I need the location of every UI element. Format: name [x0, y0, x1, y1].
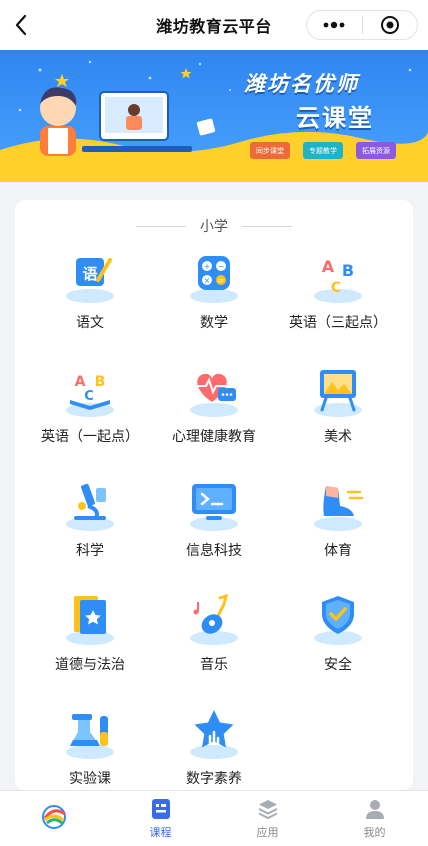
subject-label: 信息科技 — [186, 543, 242, 559]
subject-mental-health[interactable]: 心理健康教育 — [149, 364, 279, 464]
flask-icon — [66, 714, 114, 759]
course-icon — [151, 799, 170, 819]
subject-label: 英语（三起点） — [289, 315, 387, 331]
banner-subtitle: 云课堂 — [296, 104, 374, 132]
subject-music[interactable]: 音乐 — [149, 592, 279, 692]
subject-label: 音乐 — [200, 657, 228, 673]
tab-courses[interactable]: 课程 — [107, 791, 214, 846]
close-target-icon — [380, 16, 399, 34]
svg-text:+: + — [204, 262, 211, 271]
section-divider — [136, 225, 186, 227]
bottom-tab-bar: 课程 应用 我的 — [0, 790, 428, 846]
subject-label: 科学 — [76, 543, 104, 559]
subject-digital-literacy[interactable]: 数字素养 — [149, 706, 279, 790]
subject-science[interactable]: 科学 — [25, 478, 155, 578]
svg-text:C: C — [331, 280, 341, 296]
shield-check-icon — [314, 596, 362, 645]
subject-label: 心理健康教育 — [172, 429, 256, 445]
back-button[interactable] — [6, 10, 36, 40]
subject-label: 道德与法治 — [55, 657, 125, 673]
banner-tag: 专题教学 — [303, 142, 343, 159]
subject-label: 美术 — [324, 429, 352, 445]
section-header: 小学 — [15, 216, 413, 236]
svg-text:B: B — [95, 374, 106, 390]
layers-icon — [258, 800, 277, 820]
subject-morality-law[interactable]: 道德与法治 — [25, 592, 155, 692]
subject-label: 安全 — [324, 657, 352, 673]
subject-english-1[interactable]: ABC 英语（一起点） — [25, 364, 155, 464]
subject-info-tech[interactable]: 信息科技 — [149, 478, 279, 578]
svg-text:B: B — [342, 261, 354, 280]
banner-title: 潍坊名优师 — [244, 72, 359, 96]
subject-label: 体育 — [324, 543, 352, 559]
chevron-left-icon — [15, 14, 27, 36]
subject-english-3[interactable]: ABC 英语（三起点） — [273, 250, 403, 350]
english-abc-book-icon: A BC — [66, 374, 114, 417]
subject-pe[interactable]: 体育 — [273, 478, 403, 578]
more-button[interactable] — [307, 11, 362, 39]
book-star-icon — [66, 596, 114, 645]
tab-label: 我的 — [363, 826, 386, 839]
tab-apps[interactable]: 应用 — [214, 791, 321, 846]
subject-label: 实验课 — [69, 771, 111, 787]
english-abc-icon: A BC — [314, 257, 362, 303]
svg-text:=: = — [218, 276, 225, 285]
subject-math[interactable]: + − × = 数学 — [149, 250, 279, 350]
running-shoe-icon — [314, 486, 364, 531]
subject-label: 英语（一起点） — [41, 429, 139, 445]
svg-text:A: A — [75, 374, 86, 390]
user-icon — [365, 800, 384, 819]
svg-text:C: C — [84, 389, 94, 404]
svg-text:×: × — [204, 276, 211, 285]
subject-label: 数字素养 — [186, 771, 242, 787]
close-button[interactable] — [363, 11, 418, 39]
subject-label: 语文 — [76, 315, 104, 331]
heart-chat-icon — [190, 373, 238, 417]
tab-home-logo[interactable] — [0, 791, 107, 846]
svg-text:语: 语 — [82, 265, 97, 283]
banner-tag: 拓展资源 — [356, 142, 396, 159]
subject-label: 数学 — [200, 315, 228, 331]
app-logo-icon — [41, 805, 66, 829]
math-icon: + −× = — [190, 256, 238, 303]
subject-art[interactable]: 美术 — [273, 364, 403, 464]
subject-experiment[interactable]: 实验课 — [25, 706, 155, 790]
chinese-icon: 语 — [66, 258, 114, 303]
tab-label: 应用 — [256, 826, 279, 839]
monitor-terminal-icon — [190, 484, 238, 531]
section-title: 小学 — [200, 219, 228, 235]
microscope-icon — [66, 483, 114, 531]
subject-chinese[interactable]: 语 语文 — [25, 250, 155, 350]
svg-text:A: A — [322, 257, 335, 276]
tab-label: 课程 — [149, 826, 172, 839]
more-dots-icon — [323, 21, 345, 29]
page-title: 潍坊教育云平台 — [156, 17, 272, 36]
tab-profile[interactable]: 我的 — [321, 791, 428, 846]
banner-tag: 同步课堂 — [250, 142, 290, 159]
painting-easel-icon — [314, 370, 362, 417]
top-navigation-bar: 潍坊教育云平台 — [0, 0, 428, 50]
subjects-card: 小学 语 语文 + − × = 数学 ABC 英语（三起点） ABC 英语（一起点） … — [15, 200, 413, 790]
miniprogram-capsule — [306, 10, 418, 40]
svg-text:−: − — [218, 262, 225, 271]
section-divider — [242, 225, 292, 227]
guitar-icon — [190, 593, 238, 645]
star-icon — [190, 710, 238, 759]
subject-safety[interactable]: 安全 — [273, 592, 403, 692]
promo-banner[interactable]: 潍坊名优师 云课堂 同步课堂 专题教学 拓展资源 — [0, 50, 428, 182]
